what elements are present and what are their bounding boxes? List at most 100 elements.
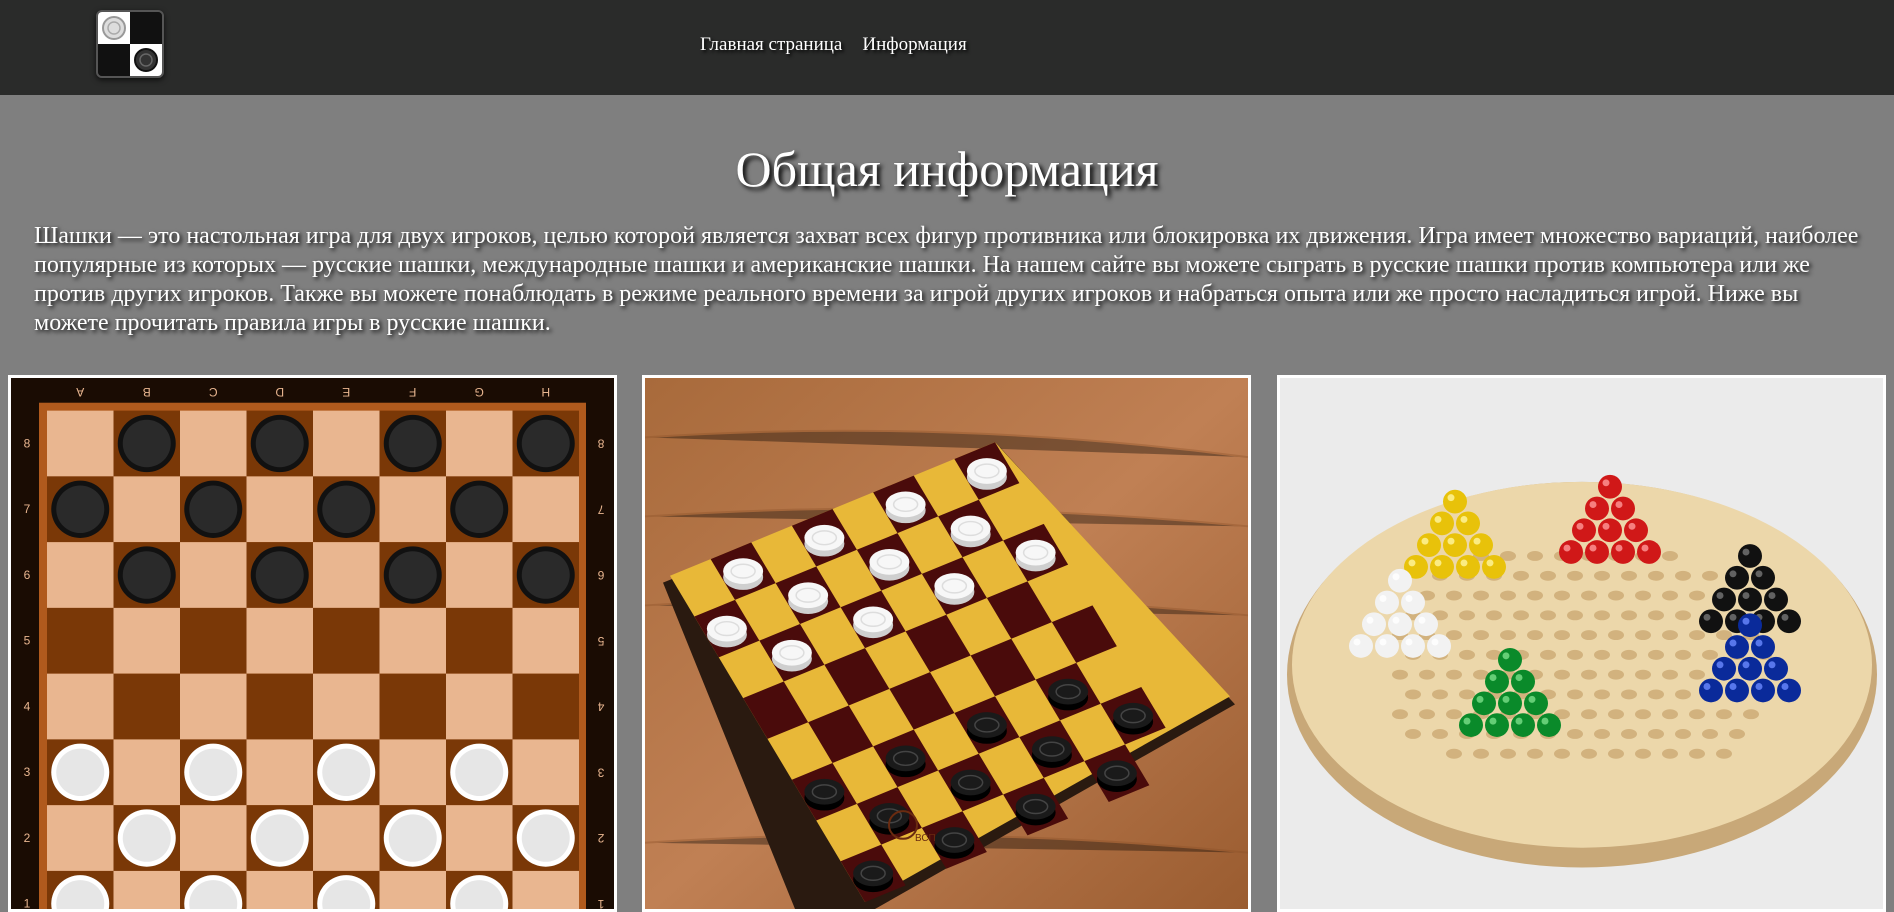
board-hole: [1581, 748, 1597, 759]
marble: [1349, 634, 1373, 658]
board-hole: [1608, 630, 1624, 641]
white-piece: [869, 549, 910, 575]
white-piece: [1015, 539, 1056, 566]
marble: [1572, 518, 1596, 543]
board-square: [446, 542, 513, 608]
chinese-checkers-photo: [1277, 375, 1886, 912]
marble: [1738, 587, 1762, 612]
board-hole: [1405, 689, 1421, 700]
marble: [1777, 678, 1801, 703]
board-square: [379, 739, 446, 806]
board-square: [379, 607, 446, 674]
marble: [1417, 533, 1441, 557]
marble: [1699, 609, 1723, 634]
board-hole: [1608, 748, 1624, 759]
marble: [1764, 587, 1788, 612]
main-nav: Главная страница Информация: [700, 34, 967, 56]
page-description: Шашки — это настольная игра для двух игр…: [34, 223, 1859, 336]
board-square: [47, 542, 114, 608]
board-hole: [1581, 590, 1597, 601]
marble: [1725, 678, 1749, 703]
board-square: [379, 673, 446, 740]
marble: [1485, 713, 1509, 737]
marble: [1456, 555, 1480, 579]
board-hole: [1486, 610, 1502, 621]
marble: [1375, 590, 1399, 615]
board-rank-label: 2: [597, 831, 604, 845]
black-piece: [804, 778, 845, 805]
board-hole: [1621, 649, 1637, 660]
board-square: [512, 673, 579, 740]
black-piece: [1096, 760, 1137, 787]
board-hole: [1581, 669, 1597, 680]
board-rank-label: 2: [24, 831, 31, 845]
board-hole: [1702, 570, 1718, 581]
board-square: [180, 542, 247, 608]
black-piece: [950, 769, 991, 796]
board-square: [180, 673, 247, 740]
marble: [1430, 511, 1454, 536]
board-hole: [1473, 748, 1489, 759]
marble: [1598, 474, 1622, 499]
black-piece: [1113, 702, 1154, 729]
board-hole: [1500, 748, 1516, 759]
marble: [1524, 691, 1548, 716]
marble: [1459, 713, 1483, 737]
white-piece: [950, 515, 991, 542]
marble: [1427, 634, 1451, 658]
board-rank-label: 6: [597, 568, 604, 582]
board-hole: [1662, 709, 1678, 720]
board-hole: [1648, 610, 1664, 621]
board-hole: [1567, 729, 1583, 739]
board-hole: [1594, 570, 1610, 581]
board-hole: [1689, 669, 1705, 680]
marble: [1712, 656, 1736, 681]
board-rank-label: 1: [597, 897, 604, 909]
nav-info-link[interactable]: Информация: [862, 34, 966, 56]
board-hole: [1662, 748, 1678, 759]
board-hole: [1621, 689, 1637, 700]
board-hole: [1594, 729, 1610, 739]
board-hole: [1567, 570, 1583, 581]
board-hole: [1419, 709, 1435, 720]
board-square: [246, 870, 313, 909]
board-hole: [1581, 709, 1597, 720]
board-square: [180, 607, 247, 674]
board-rank-label: 3: [597, 765, 604, 779]
board-file-label: D: [275, 385, 284, 399]
board-hole: [1392, 709, 1408, 720]
marble: [1456, 511, 1480, 536]
white-piece: [885, 491, 926, 518]
board-hole: [1621, 610, 1637, 621]
board-square: [113, 673, 180, 740]
white-piece: [804, 524, 845, 551]
board-square: [379, 870, 446, 909]
board-hole: [1554, 590, 1570, 601]
board-hole: [1608, 590, 1624, 601]
marble: [1559, 540, 1583, 564]
white-piece: [723, 558, 764, 584]
marble: [1764, 656, 1788, 681]
board-hole: [1527, 590, 1543, 601]
board-hole: [1716, 709, 1732, 720]
nav-home-link[interactable]: Главная страница: [700, 34, 842, 56]
board-hole: [1459, 610, 1475, 621]
board-hole: [1513, 570, 1529, 581]
black-piece: [885, 745, 926, 772]
board-hole: [1675, 649, 1691, 660]
board-hole: [1446, 590, 1462, 601]
marble: [1362, 612, 1386, 637]
board-hole: [1608, 669, 1624, 680]
board-hole: [1662, 630, 1678, 641]
marble: [1511, 713, 1535, 737]
checkers-logo-icon[interactable]: [96, 10, 164, 78]
marble: [1482, 555, 1506, 579]
board-hole: [1432, 729, 1448, 739]
board-file-label: A: [76, 385, 84, 399]
board-square: [180, 410, 247, 477]
board-hole: [1500, 630, 1516, 641]
board-file-label: H: [541, 385, 550, 399]
board-file-label: G: [475, 385, 484, 399]
board-hole: [1662, 551, 1678, 561]
marble: [1443, 533, 1467, 557]
